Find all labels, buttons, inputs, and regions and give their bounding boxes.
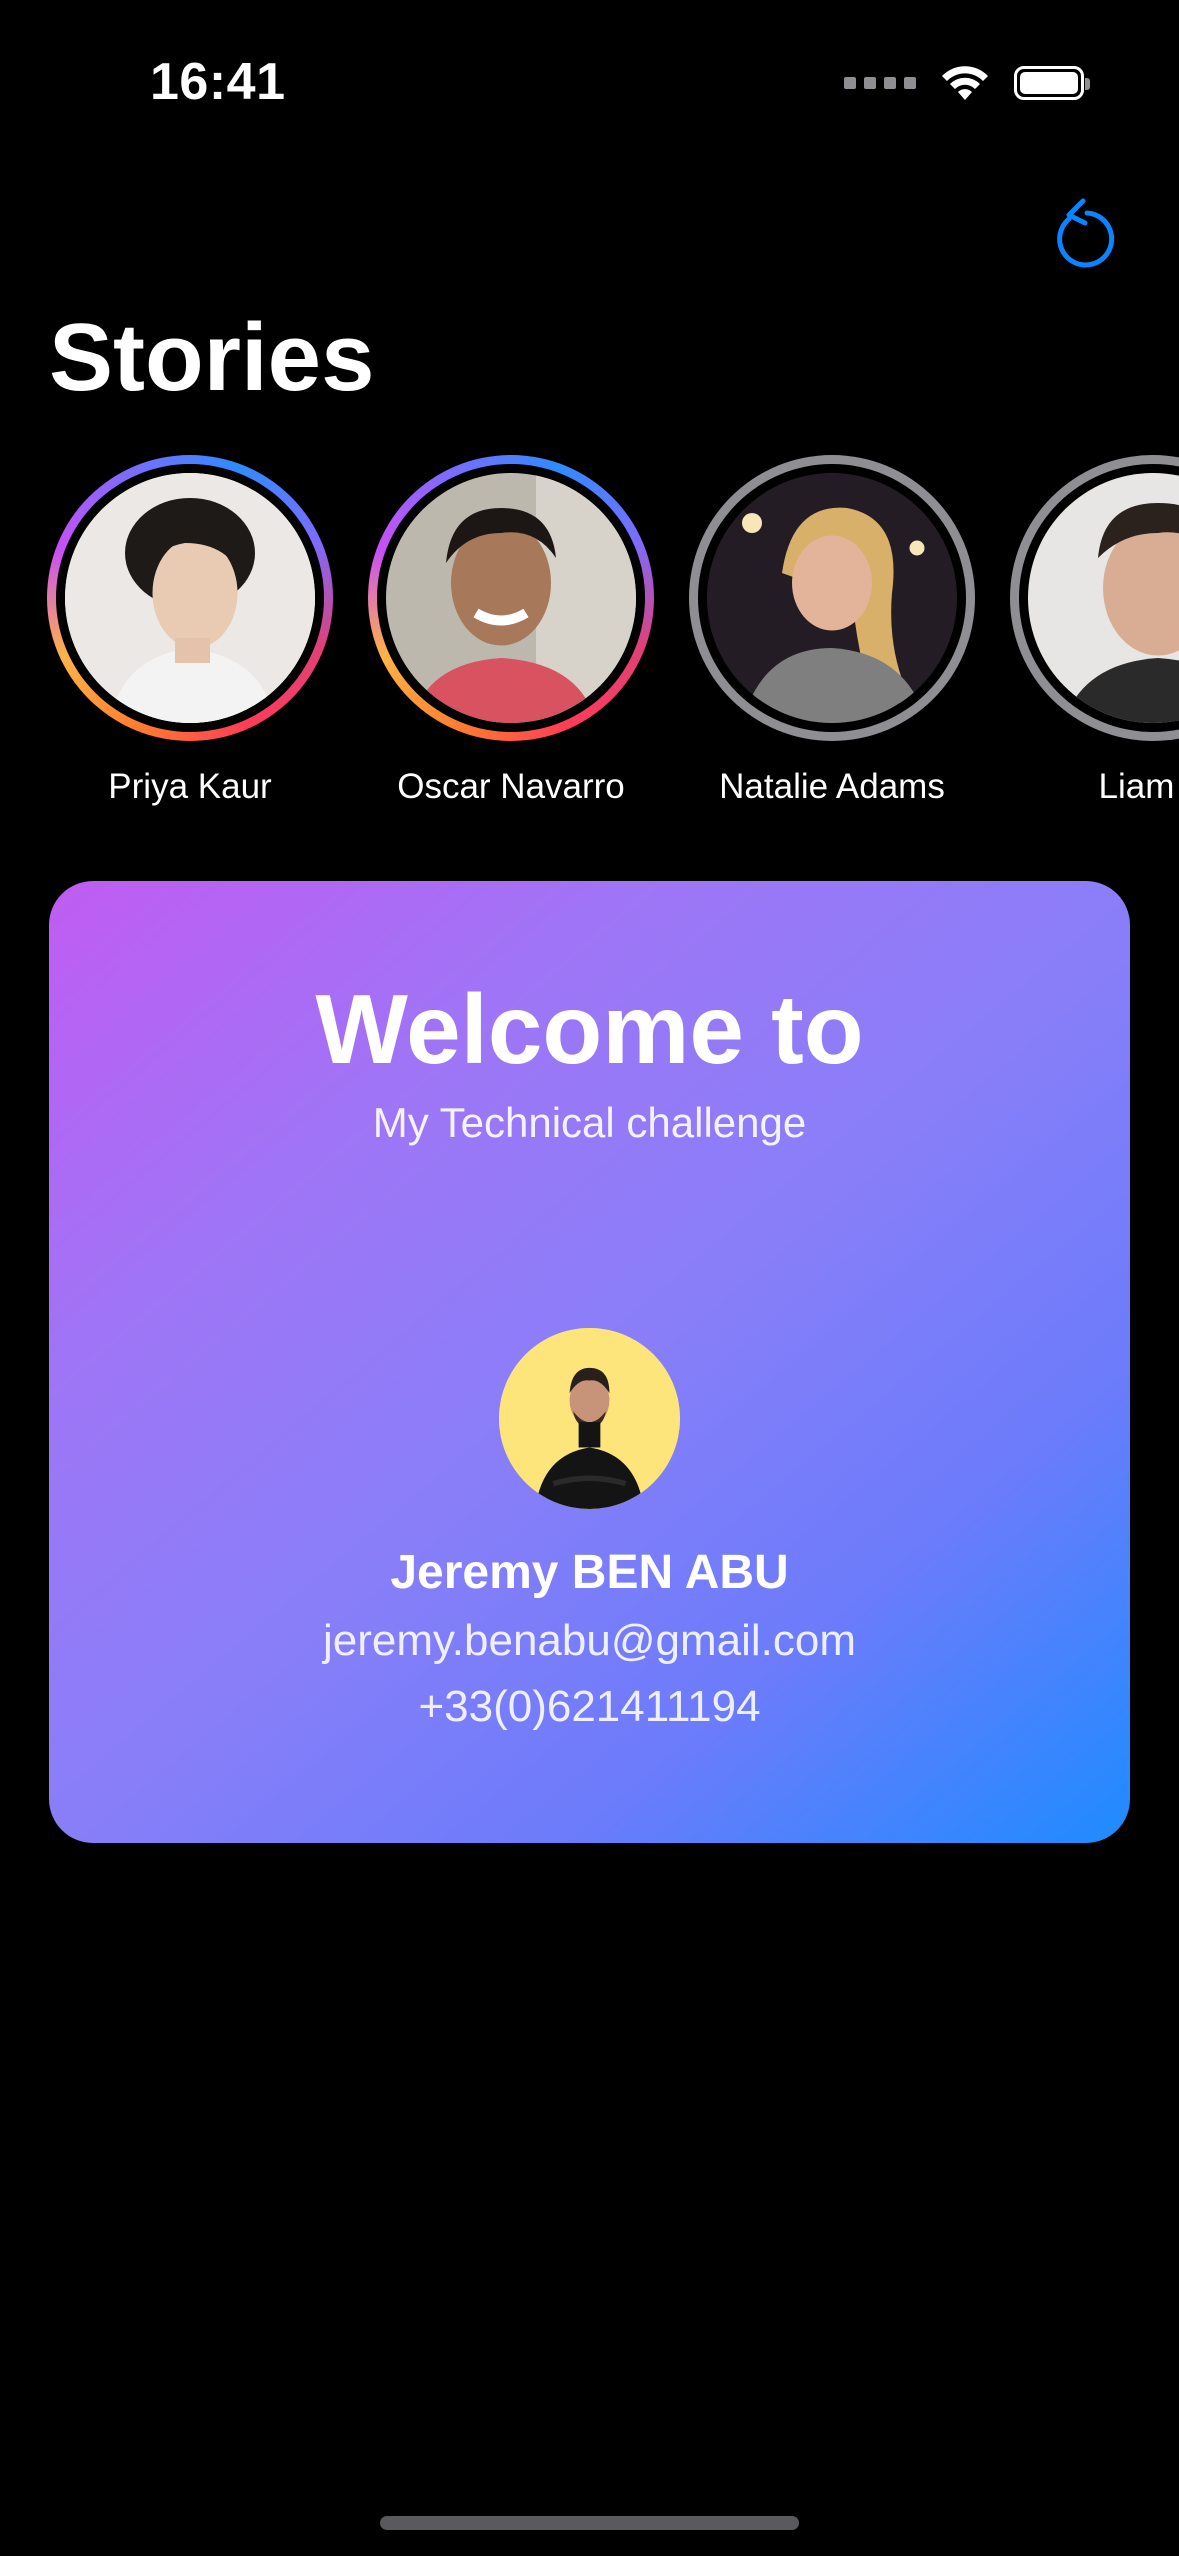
story-item[interactable]: Priya Kaur — [30, 455, 350, 807]
story-item[interactable]: Liam P — [993, 455, 1179, 807]
avatar — [1028, 473, 1179, 723]
story-name: Natalie Adams — [719, 767, 945, 806]
profile-avatar — [499, 1328, 680, 1509]
refresh-button[interactable] — [1037, 188, 1127, 278]
page-title: Stories — [49, 304, 375, 411]
avatar — [65, 473, 315, 723]
welcome-subtitle: My Technical challenge — [372, 1099, 807, 1146]
story-name: Oscar Navarro — [397, 767, 625, 806]
status-bar: 16:41 — [0, 0, 1179, 170]
story-ring — [47, 455, 333, 741]
status-time: 16:41 — [150, 53, 286, 111]
story-ring — [1010, 455, 1179, 741]
battery-icon — [1014, 66, 1090, 100]
arrow-counterclockwise-icon — [1057, 198, 1115, 268]
profile-email[interactable]: jeremy.benabu@gmail.com — [49, 1616, 1130, 1666]
avatar — [707, 473, 957, 723]
story-item[interactable]: Natalie Adams — [672, 455, 992, 807]
cellular-signal-icon — [844, 77, 916, 89]
avatar — [386, 473, 636, 723]
story-ring — [689, 455, 975, 741]
wifi-icon — [942, 66, 988, 100]
story-item[interactable]: Oscar Navarro — [351, 455, 671, 807]
stories-carousel[interactable]: Priya Kaur Oscar Navarro Natalie Adams L… — [0, 455, 1179, 815]
story-name: Liam P — [1098, 767, 1179, 806]
welcome-title: Welcome to — [315, 974, 864, 1084]
profile-name: Jeremy BEN ABU — [390, 1546, 789, 1599]
home-indicator[interactable] — [380, 2516, 799, 2530]
welcome-card: Welcome to My Technical challenge Jeremy… — [49, 881, 1130, 1843]
status-indicators — [844, 64, 1090, 102]
profile-phone[interactable]: +33(0)621411194 — [49, 1682, 1130, 1732]
story-name: Priya Kaur — [108, 767, 272, 806]
story-ring — [368, 455, 654, 741]
